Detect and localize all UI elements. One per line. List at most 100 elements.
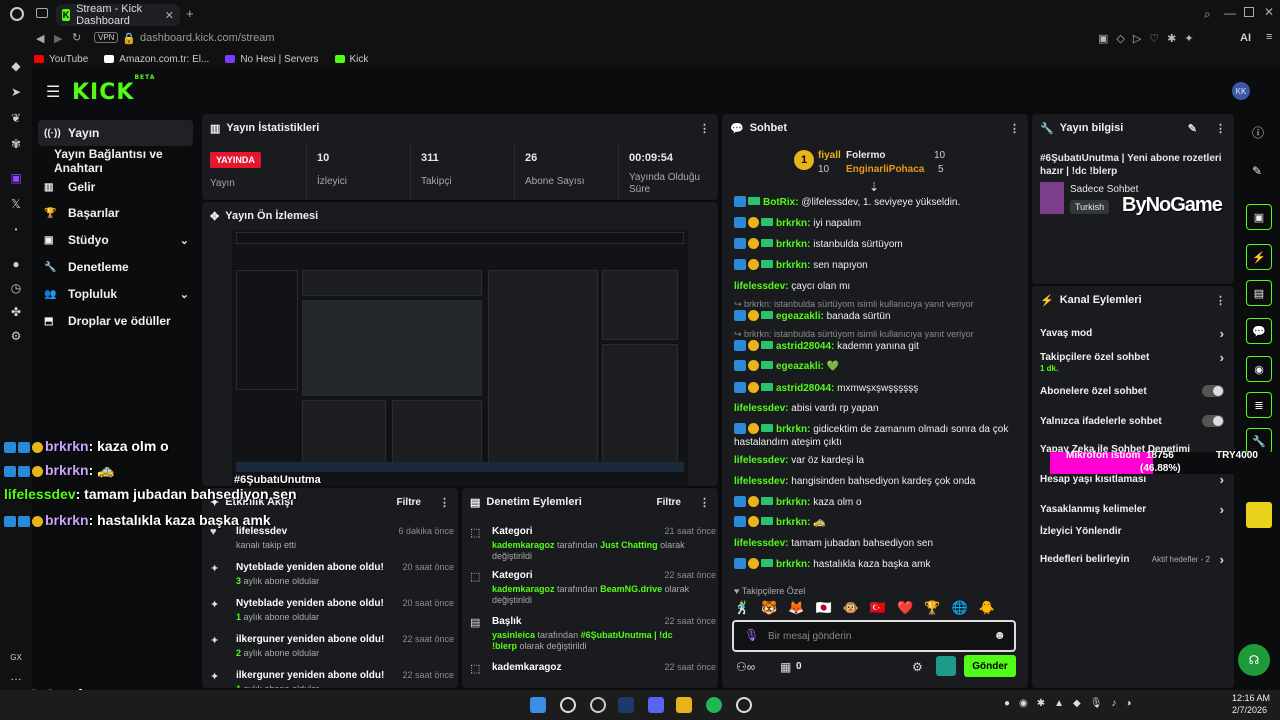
menu-icon[interactable]: ≡ xyxy=(1266,31,1272,43)
channel-action-row[interactable]: Yavaş mod › xyxy=(1040,326,1224,341)
moderation-actor[interactable]: kademkaragoz xyxy=(492,584,555,594)
more-options-icon[interactable]: ⋮ xyxy=(1215,122,1226,135)
maximize-icon[interactable] xyxy=(1244,7,1254,17)
chat-username[interactable]: brkrkn: xyxy=(776,517,810,528)
top-user1[interactable]: fiyall xyxy=(818,150,841,161)
lightning-tool-icon[interactable]: ⚡ xyxy=(1246,244,1272,270)
chevron-right-icon[interactable]: › xyxy=(1220,326,1224,341)
tab-kick-dashboard[interactable]: K Stream - Kick Dashboard ✕ xyxy=(56,3,180,27)
aria-ai-button[interactable]: AI xyxy=(1240,32,1251,44)
clip-tool-icon[interactable] xyxy=(1246,502,1272,528)
reload-icon[interactable]: ↻ xyxy=(72,31,81,44)
moderation-actor[interactable]: kademkaragoz xyxy=(492,540,555,550)
emoji-icon[interactable]: ☻ xyxy=(993,628,1006,642)
history-icon[interactable]: ◷ xyxy=(8,280,24,296)
bookmark-item[interactable]: No Hesi | Servers xyxy=(225,54,319,65)
minimize-icon[interactable]: — xyxy=(1224,6,1236,20)
chat-username[interactable]: egeazakli: xyxy=(776,361,824,372)
microphone-icon[interactable]: 🎙 xyxy=(744,628,759,642)
channel-action-row[interactable]: İzleyici Yönlendir xyxy=(1040,526,1224,537)
channel-action-row[interactable]: Yalnızca ifadelerle sohbet xyxy=(1040,415,1224,427)
opera-taskbar-icon[interactable] xyxy=(590,697,606,713)
gx-icon[interactable]: GX xyxy=(8,650,24,666)
chat-username[interactable]: astrid28044: xyxy=(776,383,834,394)
chat-username[interactable]: egeazakli: xyxy=(776,311,824,322)
opera-icon[interactable] xyxy=(10,7,24,21)
chat-username[interactable]: BotRix: xyxy=(763,197,799,208)
diamond-icon[interactable]: ◆ xyxy=(8,58,24,74)
nav-item-7[interactable]: ⬒ Droplar ve ödüller xyxy=(38,308,193,334)
chat-username[interactable]: brkrkn: xyxy=(776,218,810,229)
chat-username[interactable]: lifelessdev: xyxy=(734,455,788,466)
folder-icon[interactable] xyxy=(676,697,692,713)
nav-item-4[interactable]: ▣ Stüdyo ⌄ xyxy=(38,227,193,253)
nav-item-0[interactable]: ((·)) Yayın xyxy=(38,120,193,146)
chat-username[interactable]: astrid28044: xyxy=(776,341,834,352)
extensions-icon[interactable]: ✤ xyxy=(8,304,24,320)
bookmark-item[interactable]: Amazon.com.tr: El... xyxy=(104,54,209,65)
more-options-icon[interactable]: ⋮ xyxy=(1215,294,1226,307)
chat-username[interactable]: brkrkn: xyxy=(776,424,810,435)
chat-settings-icon[interactable]: ⚙ xyxy=(912,660,923,674)
x-icon[interactable]: 𝕏 xyxy=(8,196,24,212)
chat-username[interactable]: lifelessdev: xyxy=(734,281,788,292)
camera-tool-icon[interactable]: ▣ xyxy=(1246,204,1272,230)
start-icon[interactable] xyxy=(530,697,546,713)
extension-icons[interactable]: ▣◇▷♡✱✦ xyxy=(1098,32,1202,45)
search-icon[interactable] xyxy=(560,697,576,713)
nav-item-5[interactable]: 🔧 Denetleme xyxy=(38,254,193,280)
avatar[interactable]: KK xyxy=(1232,82,1250,100)
tab-overview-icon[interactable] xyxy=(36,8,48,18)
kick-logo[interactable]: KICKBETA xyxy=(72,74,155,105)
chevron-right-icon[interactable]: › xyxy=(1220,552,1224,567)
toggle-switch[interactable] xyxy=(1202,385,1224,397)
navigate-icon[interactable]: ➤ xyxy=(8,84,24,100)
more-options-icon[interactable]: ⋮ xyxy=(1009,122,1020,135)
more-options-icon[interactable]: ⋮ xyxy=(699,122,710,135)
top-user2[interactable]: Folermo xyxy=(846,150,885,161)
close-window-icon[interactable]: ✕ xyxy=(1264,5,1274,19)
infinity-icon[interactable]: ⚇∞ xyxy=(736,660,755,674)
more-options-icon[interactable]: ⋮ xyxy=(439,496,450,509)
nav-item-1[interactable]: Yayın Bağlantısı ve Anahtarı xyxy=(38,147,208,175)
activity-filter-button[interactable]: Filtre xyxy=(397,497,421,508)
top-user3[interactable]: EnginarliPohaca xyxy=(846,164,924,175)
chevron-right-icon[interactable]: › xyxy=(1220,472,1224,487)
bookmark-item[interactable]: YouTube xyxy=(34,54,88,65)
settings-icon[interactable]: ⚙ xyxy=(8,328,24,344)
chevron-down-icon[interactable]: ⌄ xyxy=(180,234,189,247)
obs-icon[interactable] xyxy=(736,697,752,713)
flower-icon[interactable]: ✾ xyxy=(8,136,24,152)
spotify-icon[interactable]: ● xyxy=(8,256,24,272)
chat-username[interactable]: brkrkn: xyxy=(776,497,810,508)
edit-icon[interactable]: ✎ xyxy=(1188,122,1197,135)
nav-item-6[interactable]: 👥 Topluluk ⌄ xyxy=(38,281,193,307)
more-icon[interactable]: … xyxy=(8,668,24,684)
twitch-icon[interactable]: ▣ xyxy=(8,170,24,186)
send-button[interactable]: Gönder xyxy=(964,655,1016,677)
channel-action-row[interactable]: Yasaklanmış kelimeler › xyxy=(1040,502,1224,517)
kick-emote-icon[interactable] xyxy=(936,656,956,676)
spotify-taskbar-icon[interactable] xyxy=(706,697,722,713)
chat-username[interactable]: brkrkn: xyxy=(776,559,810,570)
discord-icon[interactable] xyxy=(648,697,664,713)
new-tab-icon[interactable]: + xyxy=(186,6,194,21)
channel-action-row[interactable]: Abonelere özel sohbet xyxy=(1040,385,1224,397)
toggle-switch[interactable] xyxy=(1202,415,1224,427)
nav-item-3[interactable]: 🏆 Başarılar xyxy=(38,200,193,226)
moderation-filter-button[interactable]: Filtre xyxy=(657,497,681,508)
chat-username[interactable]: lifelessdev: xyxy=(734,476,788,487)
search-tabs-icon[interactable]: ⌕ xyxy=(1204,7,1211,22)
bookmark-item[interactable]: Kick xyxy=(334,54,368,65)
forward-icon[interactable]: ▶ xyxy=(54,32,62,45)
more-options-icon[interactable]: ⋮ xyxy=(699,496,710,509)
chevron-right-icon[interactable]: › xyxy=(1220,350,1224,365)
info-icon[interactable]: ⓘ xyxy=(1252,124,1264,141)
channel-action-row[interactable]: Takipçilere özel sohbet 1 dk. › xyxy=(1040,350,1224,373)
hamburger-icon[interactable]: ☰ xyxy=(46,82,60,102)
steam-icon[interactable] xyxy=(618,697,634,713)
pencil-icon[interactable]: ✎ xyxy=(1252,164,1262,178)
chat-username[interactable]: lifelessdev: xyxy=(734,538,788,549)
moderation-actor[interactable]: yasinleica xyxy=(492,630,535,640)
back-icon[interactable]: ◀ xyxy=(36,32,44,45)
